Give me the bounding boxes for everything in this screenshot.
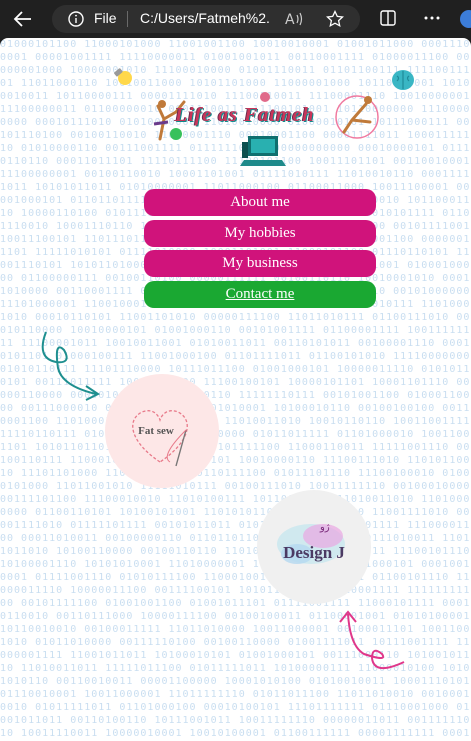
swirl-arrow-teal-icon: [41, 331, 100, 401]
nav-my-business-button[interactable]: My business: [144, 250, 376, 277]
design-sub-label: ژو: [320, 522, 330, 533]
swirl-arrow-pink-icon: [339, 610, 405, 669]
more-dots-icon[interactable]: [424, 10, 440, 26]
lightbulb-icon: [114, 68, 132, 85]
design-label: Design J: [283, 543, 345, 562]
svg-text:A: A: [285, 12, 295, 28]
fatsew-label: Fat sew: [138, 425, 174, 437]
address-divider: [127, 11, 128, 27]
page-viewport: 01000101100 11000101000 11001001100 1001…: [0, 38, 471, 741]
back-button[interactable]: [10, 7, 36, 31]
browser-toolbar: File C:/Users/Fatmeh%2... A: [0, 0, 471, 38]
star-icon[interactable]: [326, 10, 344, 28]
pincushion-icon: [260, 92, 270, 102]
info-icon[interactable]: [68, 11, 84, 27]
main-nav: About me My hobbies My business Contact me: [144, 189, 376, 311]
site-header: Life as Fatmeh: [150, 84, 380, 174]
logo-title: Life as Fatmeh: [175, 104, 315, 126]
read-aloud-icon[interactable]: A: [284, 10, 304, 28]
brain-icon: [392, 70, 414, 90]
split-screen-icon[interactable]: [380, 10, 396, 26]
address-bar[interactable]: File C:/Users/Fatmeh%2... A: [52, 5, 360, 33]
nav-my-hobbies-button[interactable]: My hobbies: [144, 219, 376, 247]
nav-contact-me-button[interactable]: Contact me: [144, 280, 376, 308]
arrow-left-icon: [13, 11, 31, 27]
nav-about-me-button[interactable]: About me: [144, 189, 376, 216]
profile-icon[interactable]: [458, 8, 471, 30]
gymnast-right-icon: [335, 95, 379, 139]
computer-icon: [240, 136, 286, 166]
url-text[interactable]: C:/Users/Fatmeh%2...: [140, 10, 270, 26]
file-label: File: [94, 10, 117, 26]
design-j-card[interactable]: ژو Design J: [257, 490, 371, 604]
fatsew-card[interactable]: Fat sew: [105, 374, 219, 488]
